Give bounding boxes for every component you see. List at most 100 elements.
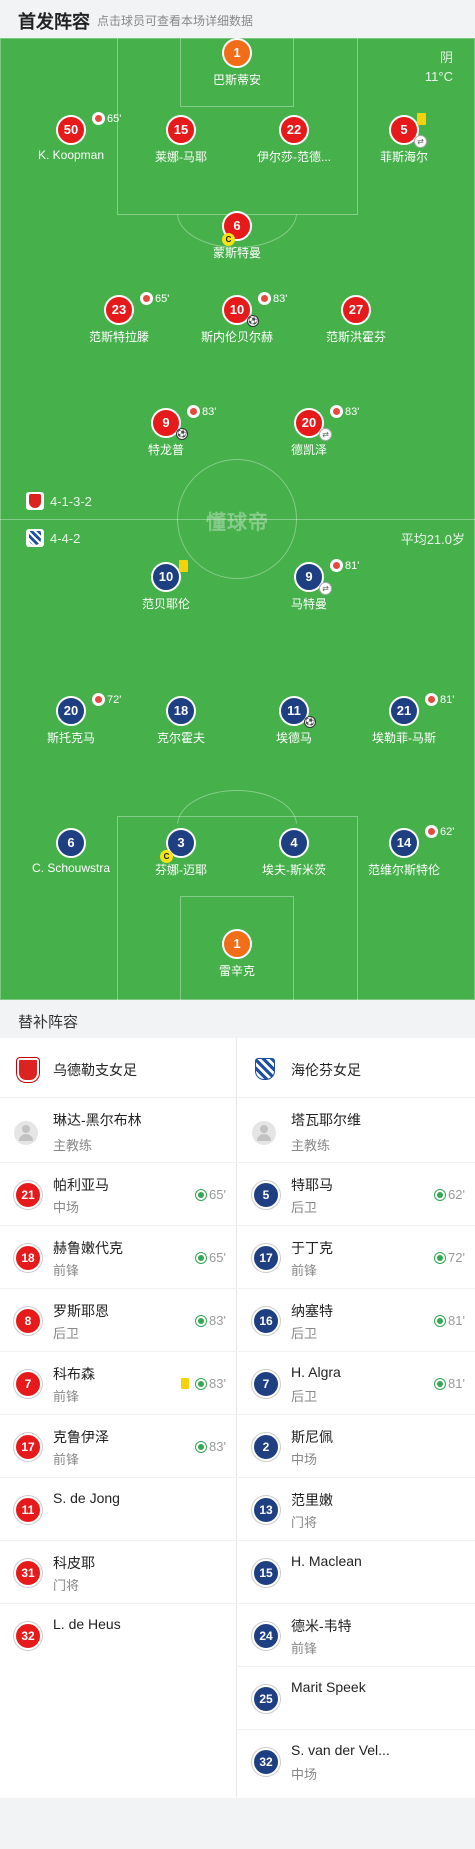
- sub-name: 德米-韦特: [291, 1618, 352, 1634]
- pitch-player[interactable]: 21 81' 埃勒菲-马斯: [344, 693, 464, 746]
- sub-player-row[interactable]: 18 赫鲁嫩代克 前锋 65': [0, 1225, 236, 1288]
- coach-name: 塔瓦耶尔维: [291, 1112, 361, 1128]
- player-name: 菲斯海尔: [379, 150, 428, 164]
- pitch-player[interactable]: 27 范斯洪霍芬: [296, 295, 416, 345]
- sub-name: 特耶马: [291, 1177, 333, 1193]
- sub-on-icon: [434, 1188, 447, 1201]
- sub-name: 赫鲁嫩代克: [53, 1240, 123, 1256]
- pitch-player[interactable]: 23 65' 范斯特拉滕: [59, 292, 179, 345]
- sub-player-row[interactable]: 7 科布森 前锋 83': [0, 1351, 236, 1414]
- pitch-player[interactable]: 4 埃夫-斯米茨: [234, 828, 354, 878]
- sub-player-row[interactable]: 24 德米-韦特 前锋: [238, 1603, 475, 1666]
- sub-name: 帕利亚马: [53, 1177, 109, 1193]
- pitch-player[interactable]: 18 克尔霍夫: [121, 696, 241, 746]
- sub-on-indicator: 62': [434, 1187, 465, 1202]
- pitch-player[interactable]: 9 83' ⚽ 特龙普: [106, 405, 226, 458]
- player-name: 范斯洪霍芬: [325, 330, 386, 344]
- away-team-logo-icon: [26, 529, 44, 547]
- sub-position: 后卫: [291, 1326, 318, 1341]
- sub-player-row[interactable]: 5 特耶马 后卫 62': [238, 1162, 475, 1225]
- pitch-player[interactable]: 22 伊尔莎-范德...: [234, 115, 354, 165]
- player-number: 21: [389, 696, 419, 726]
- pitch-player[interactable]: 10 83' ⚽ 斯内伦贝尔赫: [177, 292, 297, 345]
- player-number: 15: [166, 115, 196, 145]
- sub-on-icon: [195, 1251, 208, 1264]
- pitch-player[interactable]: 9 81' ⇄ 马特曼: [249, 559, 369, 612]
- sub-player-row[interactable]: 13 范里嫩 门将: [238, 1477, 475, 1540]
- sub-position: 前锋: [53, 1263, 80, 1278]
- sub-player-row[interactable]: 2 斯尼佩 中场: [238, 1414, 475, 1477]
- page-title: 首发阵容: [18, 12, 90, 32]
- sub-player-row[interactable]: 17 于丁克 前锋 72': [238, 1225, 475, 1288]
- sub-player-row[interactable]: 25 Marit Speek: [238, 1666, 475, 1729]
- home-subs-column: 乌德勒支女足 琳达-黑尔布林 主教练 21 帕利亚马 中场 65' 18 赫鲁嫩…: [0, 1038, 237, 1798]
- weather-temp: 11°C: [424, 69, 453, 84]
- sub-position: 中场: [53, 1200, 80, 1215]
- sub-player-row[interactable]: 7 H. Algra 后卫 81': [238, 1351, 475, 1414]
- sub-number: 17: [14, 1433, 42, 1461]
- sub-name: 于丁克: [291, 1240, 333, 1256]
- sub-position: 前锋: [53, 1389, 80, 1404]
- home-team-logo-icon: [26, 492, 44, 510]
- away-team-logo-icon: [252, 1056, 276, 1080]
- sub-player-row[interactable]: 32 S. van der Vel... 中场: [238, 1729, 475, 1792]
- sub-on-icon: [434, 1377, 447, 1390]
- sub-number: 25: [252, 1685, 280, 1713]
- away-coach-row[interactable]: 塔瓦耶尔维 主教练: [238, 1098, 475, 1162]
- player-name: 范贝耶伦: [141, 597, 190, 611]
- pitch-player[interactable]: 3 C 芬娜-迈耶: [121, 828, 241, 878]
- pitch-player[interactable]: 11 ⚽ 埃德马: [234, 696, 354, 746]
- player-name: 克尔霍夫: [156, 731, 205, 745]
- subs-panel: 乌德勒支女足 琳达-黑尔布林 主教练 21 帕利亚马 中场 65' 18 赫鲁嫩…: [0, 1038, 475, 1798]
- pitch-player[interactable]: 50 65' K. Koopman: [11, 112, 131, 162]
- sub-player-row[interactable]: 16 纳塞特 后卫 81': [238, 1288, 475, 1351]
- home-team-row[interactable]: 乌德勒支女足: [0, 1038, 236, 1098]
- sub-position: 前锋: [53, 1452, 80, 1467]
- pitch-player[interactable]: 20 83' ⇄ 德凯泽: [249, 405, 369, 458]
- pitch-player[interactable]: 6 C 蒙斯特曼: [177, 211, 297, 261]
- sub-off-indicator: 83': [187, 405, 216, 418]
- player-name: 蒙斯特曼: [212, 246, 261, 260]
- sub-player-row[interactable]: 32 L. de Heus: [0, 1603, 236, 1666]
- goal-ball-icon: ⚽: [247, 315, 259, 327]
- pitch-player[interactable]: 14 62' 范维尔斯特伦: [344, 825, 464, 878]
- sub-player-row[interactable]: 11 S. de Jong: [0, 1477, 236, 1540]
- pitch-player[interactable]: 10 范贝耶伦: [106, 560, 226, 612]
- captain-icon: C: [160, 850, 173, 863]
- sub-off-icon: [425, 825, 438, 838]
- sub-on-icon: [195, 1314, 208, 1327]
- goal-ball-icon: ⚽: [176, 428, 188, 440]
- home-coach-row[interactable]: 琳达-黑尔布林 主教练: [0, 1098, 236, 1162]
- sub-on-icon: [434, 1314, 447, 1327]
- home-formation: 4-1-3-2: [26, 492, 92, 510]
- pitch-player[interactable]: 1 雷辛克: [177, 929, 297, 979]
- sub-number: 11: [14, 1496, 42, 1524]
- sub-player-row[interactable]: 15 H. Maclean: [238, 1540, 475, 1603]
- player-number: 23: [104, 295, 134, 325]
- player-number: 22: [279, 115, 309, 145]
- sub-player-row[interactable]: 17 克鲁伊泽 前锋 83': [0, 1414, 236, 1477]
- sub-player-row[interactable]: 21 帕利亚马 中场 65': [0, 1162, 236, 1225]
- coach-avatar-icon: [14, 1121, 38, 1145]
- weather-condition: 阴: [439, 50, 453, 65]
- sub-position: 后卫: [291, 1200, 318, 1215]
- pitch-player[interactable]: 1 巴斯蒂安: [177, 38, 297, 88]
- sub-player-row[interactable]: 8 罗斯耶恩 后卫 83': [0, 1288, 236, 1351]
- sub-off-indicator: 81': [425, 693, 454, 706]
- pitch-player[interactable]: 6 C. Schouwstra: [11, 828, 131, 875]
- sub-player-row[interactable]: 31 科皮耶 门将: [0, 1540, 236, 1603]
- dongqiudi-watermark: 懂球帝: [206, 512, 269, 534]
- sub-name: H. Algra: [291, 1364, 341, 1380]
- pitch-player[interactable]: 20 72' 斯托克马: [11, 693, 131, 746]
- player-number: 27: [341, 295, 371, 325]
- lineup-header: 首发阵容 点击球员可查看本场详细数据: [0, 0, 475, 38]
- sub-name: 斯尼佩: [291, 1429, 333, 1445]
- sub-position: 前锋: [291, 1263, 318, 1278]
- sub-off-indicator: 62': [425, 825, 454, 838]
- away-team-row[interactable]: 海伦芬女足: [238, 1038, 475, 1098]
- pitch-player[interactable]: 5 ⇄ 菲斯海尔: [344, 113, 464, 165]
- sub-number: 7: [14, 1370, 42, 1398]
- player-name: 范维尔斯特伦: [367, 863, 440, 877]
- pitch-player[interactable]: 15 莱娜-马耶: [121, 115, 241, 165]
- player-number: 1: [222, 929, 252, 959]
